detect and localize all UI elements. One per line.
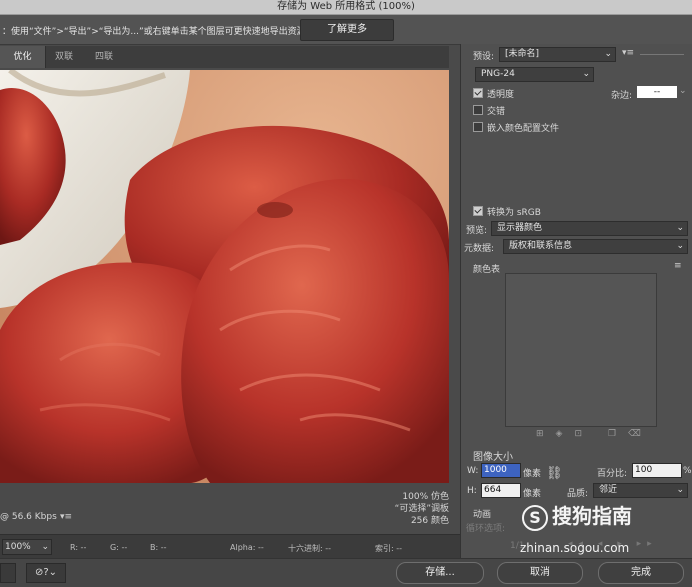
save-button[interactable]: 存储... [396, 562, 484, 584]
metadata-value: 版权和联系信息 [509, 241, 573, 251]
percent-unit: % [683, 466, 692, 476]
preview-label: 预览: [466, 226, 488, 236]
delete-color-icon[interactable]: ⌫ [628, 429, 653, 439]
divider [640, 54, 684, 55]
zoom-select[interactable]: 100% ⌄ [2, 539, 52, 555]
quality-select[interactable]: 邻近 ⌄ [593, 483, 688, 498]
format-value: PNG-24 [481, 69, 515, 79]
quality-label: 品质: [567, 489, 589, 499]
web-shift-icon[interactable]: ◈ [556, 429, 575, 439]
animation-label: 动画 [473, 510, 492, 520]
lock-color-icon[interactable]: ⊡ [574, 429, 594, 439]
color-table[interactable] [505, 273, 657, 427]
interlaced-label: 交错 [487, 107, 506, 117]
chevron-down-icon: ⌄ [676, 485, 684, 495]
readout-b: B: -- [150, 543, 167, 552]
loop-label: 循环选项: [466, 524, 506, 534]
tab-optimized[interactable]: 优化 [0, 46, 46, 68]
transparency-label: 透明度 [487, 90, 515, 100]
metadata-label: 元数据: [464, 244, 495, 254]
readout-r: R: -- [70, 543, 87, 552]
colors-info: 256 颜色 [410, 516, 449, 526]
eyedropper-swatch[interactable] [0, 563, 16, 583]
image-size-label: 图像大小 [473, 452, 513, 463]
help-icon[interactable]: ⊘?⌄ [26, 563, 66, 583]
download-speed: @ 56.6 Kbps [0, 512, 57, 522]
zoom-value: 100% [5, 542, 31, 552]
bottom-bar: ⊘?⌄ 存储... 取消 完成 [0, 558, 692, 587]
height-label: H: [467, 486, 477, 496]
speed-menu-icon[interactable]: ▾≡ [60, 512, 72, 522]
link-icon[interactable]: ⛓ [546, 466, 563, 481]
width-label: W: [467, 466, 479, 476]
matte-select[interactable]: -- [637, 86, 677, 98]
preset-value: [未命名] [505, 49, 540, 59]
window-title: 存储为 Web 所用格式 (100%) [0, 0, 692, 15]
quality-value: 邻近 [599, 485, 618, 495]
dates-photo [0, 70, 449, 483]
preview-value: 显示器颜色 [497, 223, 543, 233]
chevron-down-icon: ⌄ [679, 86, 687, 96]
watermark-url: zhinan.sogou.com [520, 541, 630, 555]
preset-select[interactable]: [未命名] ⌄ [499, 47, 616, 62]
tab-4up[interactable]: 四联 [84, 46, 124, 68]
color-table-tools[interactable]: ⊞◈⊡ ❐⌫ [536, 429, 653, 439]
preset-menu-icon[interactable]: ▾≡ [622, 48, 634, 58]
width-input[interactable]: 1000 [481, 463, 521, 478]
status-bar: 100% ⌄ R: -- G: -- B: -- Alpha: -- 十六进制: … [0, 534, 460, 559]
percent-input[interactable]: 100 [632, 463, 682, 478]
chevron-down-icon: ⌄ [604, 49, 612, 59]
readout-index: 索引: -- [375, 544, 403, 553]
cancel-button[interactable]: 取消 [497, 562, 583, 584]
chevron-down-icon: ⌄ [676, 241, 684, 251]
color-table-menu-icon[interactable]: ≡ [674, 261, 682, 271]
percent-label: 百分比: [597, 469, 628, 479]
chevron-down-icon: ⌄ [676, 223, 684, 233]
chevron-down-icon: ⌄ [41, 542, 49, 552]
readout-g: G: -- [110, 543, 128, 552]
convert-srgb-checkbox[interactable] [473, 206, 483, 216]
readout-hex: 十六进制: -- [288, 544, 332, 553]
sogou-watermark: S 搜狗指南 [522, 500, 632, 531]
learn-more-button[interactable]: 了解更多 [300, 19, 394, 41]
width-unit: 像素 [523, 469, 542, 479]
embed-profile-checkbox[interactable] [473, 122, 483, 132]
readout-alpha: Alpha: -- [230, 543, 264, 552]
interlaced-checkbox[interactable] [473, 105, 483, 115]
new-color-icon[interactable]: ❐ [608, 429, 628, 439]
metadata-select[interactable]: 版权和联系信息 ⌄ [503, 239, 688, 254]
sogou-logo-icon: S [522, 505, 548, 531]
preview-select[interactable]: 显示器颜色 ⌄ [491, 221, 688, 236]
map-color-icon[interactable]: ⊞ [536, 429, 556, 439]
hint-text: ：使用“文件”>“导出”>“导出为...”或右键单击某个图层可更快速地导出资源 [2, 27, 306, 37]
transparency-checkbox[interactable] [473, 88, 483, 98]
height-unit: 像素 [523, 489, 542, 499]
embed-profile-label: 嵌入颜色配置文件 [487, 124, 560, 134]
done-button[interactable]: 完成 [598, 562, 684, 584]
color-table-label: 颜色表 [473, 265, 501, 275]
view-tabs: 优化 双联 四联 [0, 46, 449, 68]
preview-image[interactable] [0, 70, 449, 483]
format-select[interactable]: PNG-24 ⌄ [475, 67, 594, 82]
convert-srgb-label: 转换为 sRGB [487, 208, 541, 218]
chevron-down-icon: ⌄ [582, 69, 590, 79]
watermark-brand: 搜狗指南 [552, 504, 632, 528]
height-input[interactable]: 664 [481, 483, 521, 498]
preset-label: 预设: [473, 52, 495, 62]
tab-2up[interactable]: 双联 [46, 46, 82, 68]
matte-label: 杂边: [611, 91, 633, 101]
